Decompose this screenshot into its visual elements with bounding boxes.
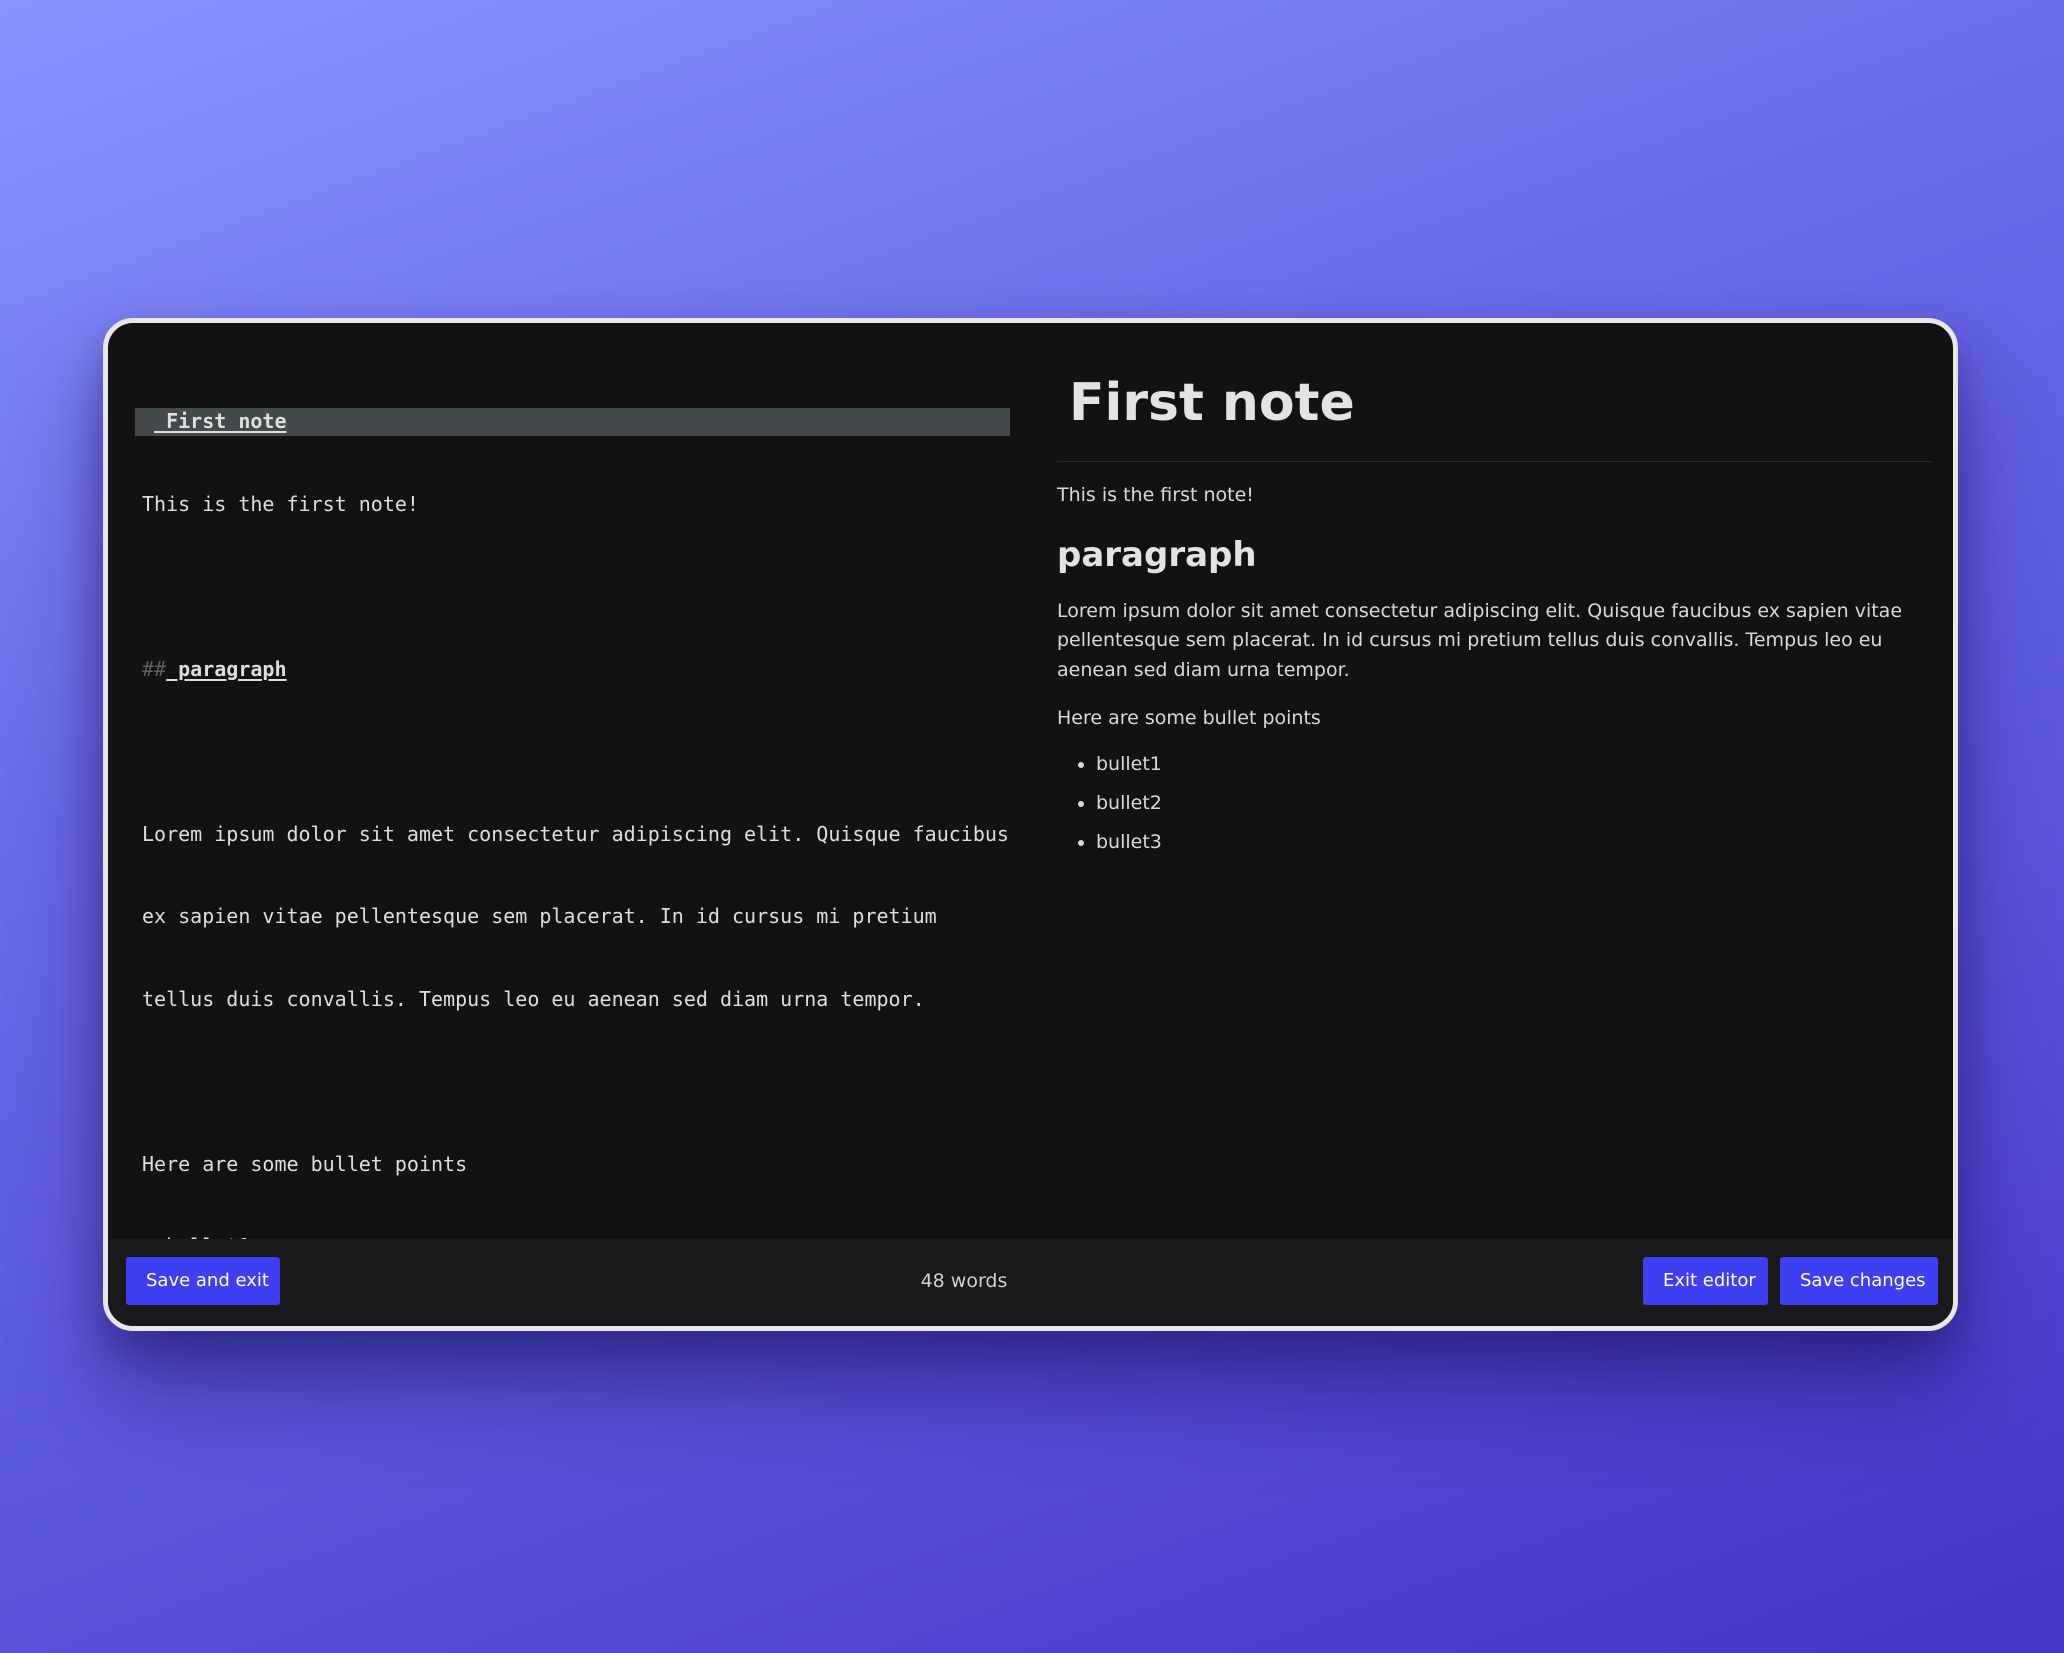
preview-subheading: paragraph — [1057, 534, 1257, 575]
editor-line-list-intro[interactable]: Here are some bullet points — [135, 1151, 1010, 1179]
editor-line-paragraph[interactable]: tellus duis convallis. Tempus leo eu aen… — [135, 986, 1010, 1014]
editor-line-paragraph[interactable]: ex sapien vitae pellentesque sem placera… — [135, 903, 1010, 931]
word-count: 48 words — [920, 1270, 1008, 1292]
editor-line-subheading[interactable]: ## paragraph — [135, 656, 1010, 684]
preview-bullet-item: bullet3 — [1096, 823, 1932, 862]
preview-bullet-item: bullet1 — [1096, 745, 1932, 784]
editor-line-paragraph[interactable]: Lorem ipsum dolor sit amet consectetur a… — [135, 821, 1010, 849]
editor-line-intro[interactable]: This is the first note! — [135, 491, 1010, 519]
editor-line-blank[interactable] — [135, 573, 1010, 601]
editor-line-heading[interactable]: # First note — [135, 408, 1010, 436]
save-and-exit-button[interactable]: Save and exit — [126, 1257, 280, 1305]
preview-bullet-item: bullet2 — [1096, 784, 1932, 823]
editor-heading-text: First note — [154, 409, 287, 433]
preview-paragraph: Lorem ipsum dolor sit amet consectetur a… — [1057, 599, 1903, 681]
exit-editor-button[interactable]: Exit editor — [1643, 1257, 1768, 1305]
subheading-marker: ## — [142, 656, 167, 681]
preview-title-divider — [1057, 461, 1932, 462]
heading-marker: # — [142, 409, 155, 433]
editor-window: # First note This is the first note! ## … — [103, 318, 1958, 1331]
editor-line-blank[interactable] — [135, 1068, 1010, 1096]
markdown-preview: First note This is the first note! parag… — [1057, 363, 1932, 862]
save-changes-button[interactable]: Save changes — [1780, 1257, 1938, 1305]
preview-title: First note — [1069, 373, 1355, 433]
editor-line-blank[interactable] — [135, 738, 1010, 766]
markdown-editor[interactable]: # First note This is the first note! ## … — [135, 353, 1010, 1326]
editor-footer: Save and exit 48 words Exit editor Save … — [108, 1239, 1953, 1326]
editor-subheading-text: paragraph — [166, 656, 287, 681]
preview-intro: This is the first note! — [1057, 484, 1254, 506]
preview-bullet-list: bullet1 bullet2 bullet3 — [1057, 745, 1932, 862]
preview-list-intro: Here are some bullet points — [1057, 707, 1321, 729]
